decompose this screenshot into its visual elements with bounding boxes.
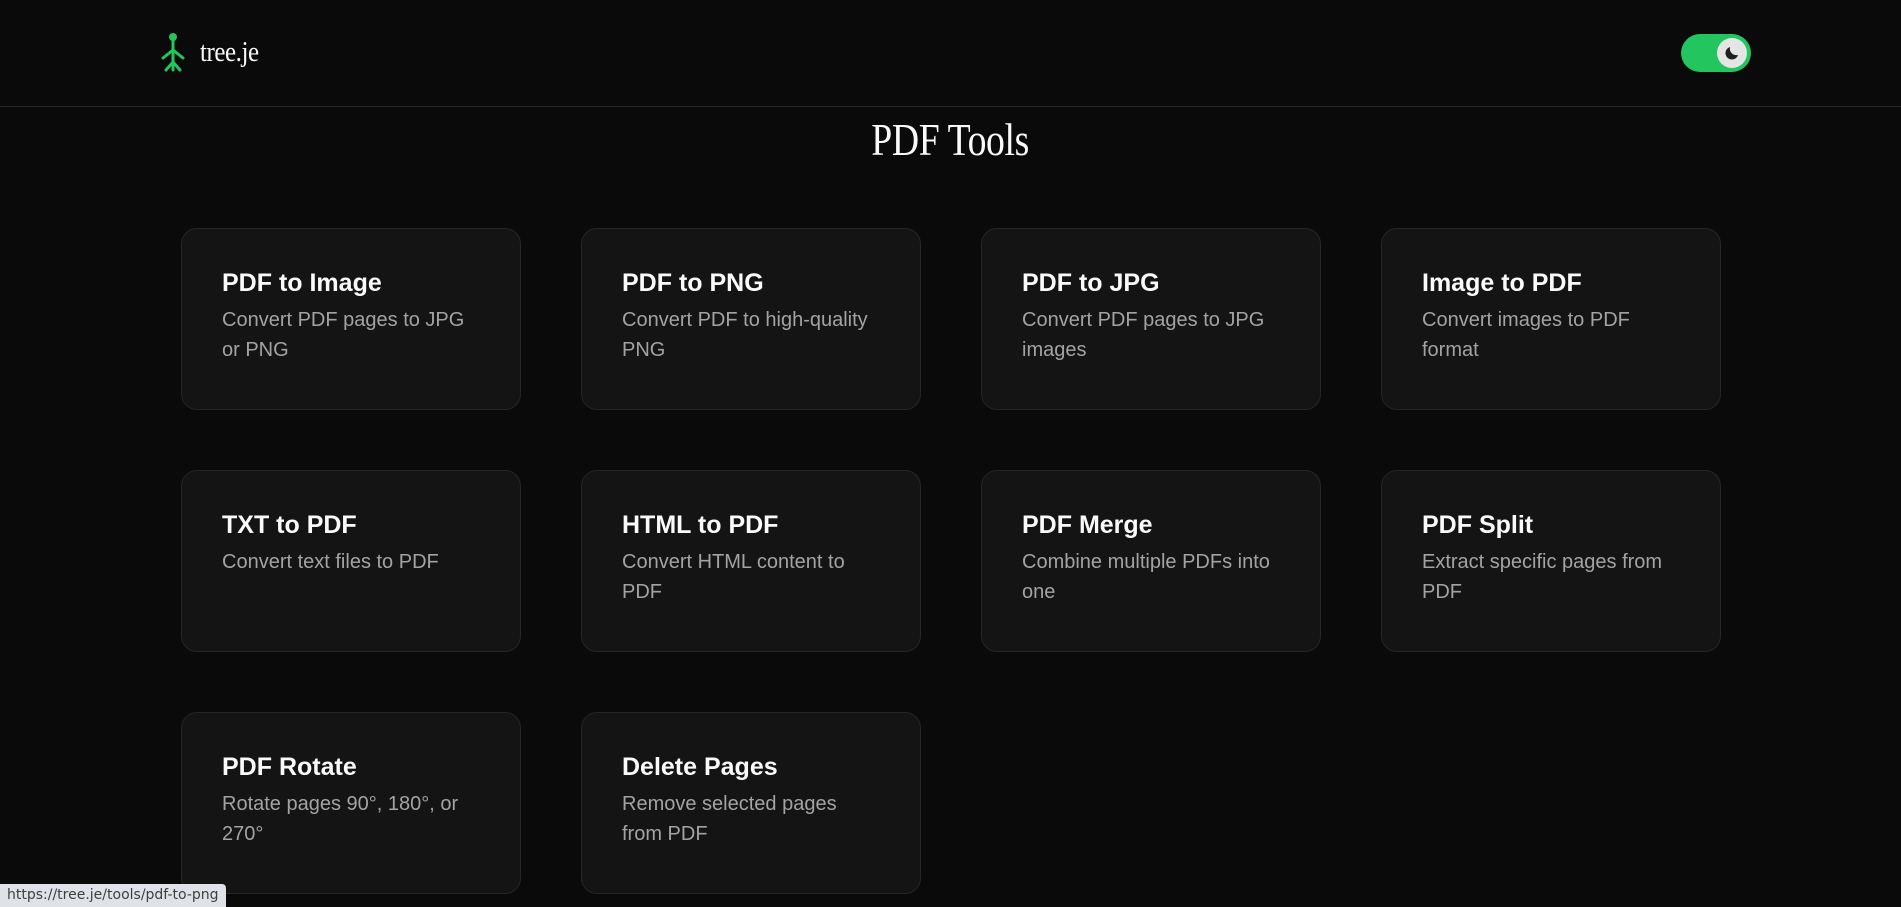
tool-card-image-to-pdf[interactable]: Image to PDF Convert images to PDF forma… <box>1381 228 1721 410</box>
tool-card-pdf-merge[interactable]: PDF Merge Combine multiple PDFs into one <box>981 470 1321 652</box>
tools-grid: PDF to Image Convert PDF pages to JPG or… <box>181 228 1721 894</box>
site-header: tree.je <box>0 0 1901 107</box>
tool-card-txt-to-pdf[interactable]: TXT to PDF Convert text files to PDF <box>181 470 521 652</box>
tool-card-description: Rotate pages 90°, 180°, or 270° <box>222 793 459 845</box>
tool-card-title: TXT to PDF <box>222 511 357 539</box>
tool-card-description: Remove selected pages from PDF <box>622 793 837 845</box>
tree-person-icon <box>161 33 185 72</box>
tool-card-html-to-pdf[interactable]: HTML to PDF Convert HTML content to PDF <box>581 470 921 652</box>
toggle-knob <box>1717 38 1747 68</box>
tool-card-title: PDF Merge <box>1022 511 1153 539</box>
tool-card-title: PDF Split <box>1422 511 1534 539</box>
tool-card-description: Combine multiple PDFs into one <box>1022 551 1270 603</box>
theme-toggle[interactable] <box>1681 34 1751 72</box>
brand-name: tree.je <box>200 35 259 68</box>
tool-card-title: Delete Pages <box>622 753 778 781</box>
brand-home-link[interactable]: tree.je <box>158 32 268 72</box>
moon-icon <box>1725 47 1738 60</box>
tool-card-pdf-rotate[interactable]: PDF Rotate Rotate pages 90°, 180°, or 27… <box>181 712 521 894</box>
status-bar-url: https://tree.je/tools/pdf-to-png <box>0 884 226 907</box>
tool-card-title: PDF to Image <box>222 269 382 297</box>
tool-card-pdf-to-png[interactable]: PDF to PNG Convert PDF to high-quality P… <box>581 228 921 410</box>
tool-card-delete-pages[interactable]: Delete Pages Remove selected pages from … <box>581 712 921 894</box>
tool-card-title: PDF to PNG <box>622 269 764 297</box>
tool-card-title: PDF to JPG <box>1022 269 1160 297</box>
tool-card-description: Convert text files to PDF <box>222 551 439 573</box>
tool-card-description: Convert HTML content to PDF <box>622 551 845 603</box>
tool-card-description: Convert PDF to high-quality PNG <box>622 309 868 361</box>
tool-card-pdf-to-image[interactable]: PDF to Image Convert PDF pages to JPG or… <box>181 228 521 410</box>
tool-card-description: Convert PDF pages to JPG or PNG <box>222 309 465 361</box>
tool-card-description: Extract specific pages from PDF <box>1422 551 1663 603</box>
tool-card-title: PDF Rotate <box>222 753 357 781</box>
tool-card-description: Convert PDF pages to JPG images <box>1022 309 1265 361</box>
tool-card-title: HTML to PDF <box>622 511 779 539</box>
tool-card-pdf-split[interactable]: PDF Split Extract specific pages from PD… <box>1381 470 1721 652</box>
tool-card-pdf-to-jpg[interactable]: PDF to JPG Convert PDF pages to JPG imag… <box>981 228 1321 410</box>
page: tree.je PDF Tools PDF to Image Convert P… <box>0 0 1901 907</box>
tool-card-description: Convert images to PDF format <box>1422 309 1630 361</box>
tool-card-title: Image to PDF <box>1422 269 1582 297</box>
page-title: PDF Tools <box>871 114 1030 165</box>
